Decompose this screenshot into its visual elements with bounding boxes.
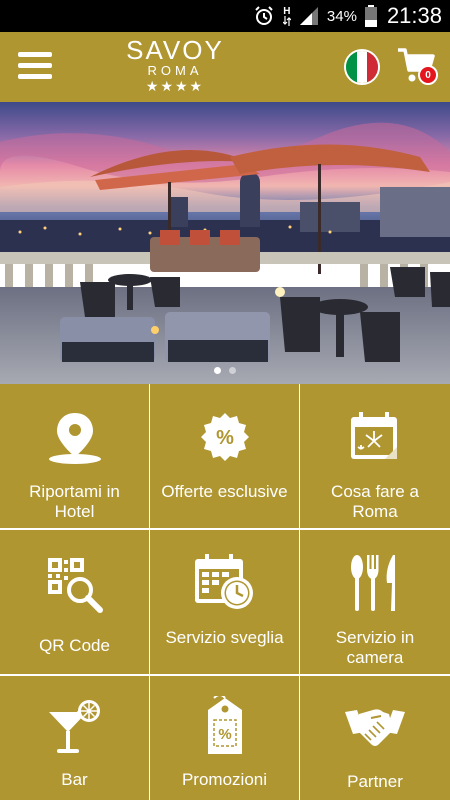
qr-search-icon <box>46 550 104 620</box>
logo-stars: ★★★★ <box>145 78 205 94</box>
hotel-logo[interactable]: SAVOY ROMA ★★★★ <box>105 36 245 98</box>
menu-grid: Riportami in Hotel % Offerte esclusive C… <box>0 384 450 800</box>
tile-label: Partner <box>347 772 403 791</box>
cart-count-badge: 0 <box>418 65 438 85</box>
calendar-clock-icon <box>193 548 257 618</box>
hero-carousel[interactable] <box>0 102 450 384</box>
signal-icon <box>299 6 319 26</box>
logo-name: SAVOY <box>126 35 224 65</box>
carousel-dot[interactable] <box>229 367 236 374</box>
battery-percent: 34% <box>326 7 357 25</box>
battery-icon <box>364 5 377 27</box>
percent-badge-icon: % <box>197 402 253 472</box>
carousel-dots <box>0 367 450 374</box>
tile-servizio-sveglia[interactable]: Servizio sveglia <box>150 530 299 674</box>
status-bar: H 34% 21:38 <box>0 0 450 32</box>
tile-label: Offerte esclusive <box>161 482 288 501</box>
tile-promozioni[interactable]: % Promozioni <box>150 676 299 800</box>
tile-qr-code[interactable]: QR Code <box>0 530 149 674</box>
cocktail-icon <box>47 692 103 762</box>
tile-label: Riportami in Hotel <box>29 482 120 521</box>
tile-label: Servizio sveglia <box>165 628 284 647</box>
tile-servizio-in-camera[interactable]: Servizio in camera <box>300 530 450 674</box>
network-label: H <box>283 5 291 17</box>
tile-bar[interactable]: Bar <box>0 676 149 800</box>
map-pin-icon <box>47 402 103 472</box>
tile-label: Cosa fare a Roma <box>331 482 419 521</box>
clock: 21:38 <box>386 3 442 28</box>
tile-offerte-esclusive[interactable]: % Offerte esclusive <box>150 384 299 528</box>
italy-flag-icon[interactable] <box>344 49 380 85</box>
svg-text:%: % <box>216 427 234 449</box>
hero-image <box>0 102 450 384</box>
logo-city: ROMA <box>147 63 203 78</box>
tile-riportami-in-hotel[interactable]: Riportami in Hotel <box>0 384 149 528</box>
hamburger-menu-icon[interactable] <box>18 52 52 82</box>
carousel-dot[interactable] <box>214 367 221 374</box>
tile-label: Bar <box>61 770 88 789</box>
tile-label: QR Code <box>39 636 110 655</box>
calendar-fireworks-icon <box>347 402 403 472</box>
svg-text:%: % <box>218 726 231 743</box>
tile-partner[interactable]: Partner <box>300 676 450 800</box>
price-tag-icon: % <box>200 692 250 762</box>
tile-label: Promozioni <box>181 770 268 789</box>
network-h-icon: H <box>282 5 291 26</box>
cart-button[interactable]: 0 <box>396 46 440 92</box>
cutlery-icon <box>347 548 403 618</box>
alarm-icon <box>253 5 275 27</box>
tile-cosa-fare-a-roma[interactable]: Cosa fare a Roma <box>300 384 450 528</box>
tile-label: Servizio in camera <box>335 628 415 667</box>
handshake-icon <box>343 694 407 764</box>
app-header: SAVOY ROMA ★★★★ 0 <box>0 32 450 102</box>
